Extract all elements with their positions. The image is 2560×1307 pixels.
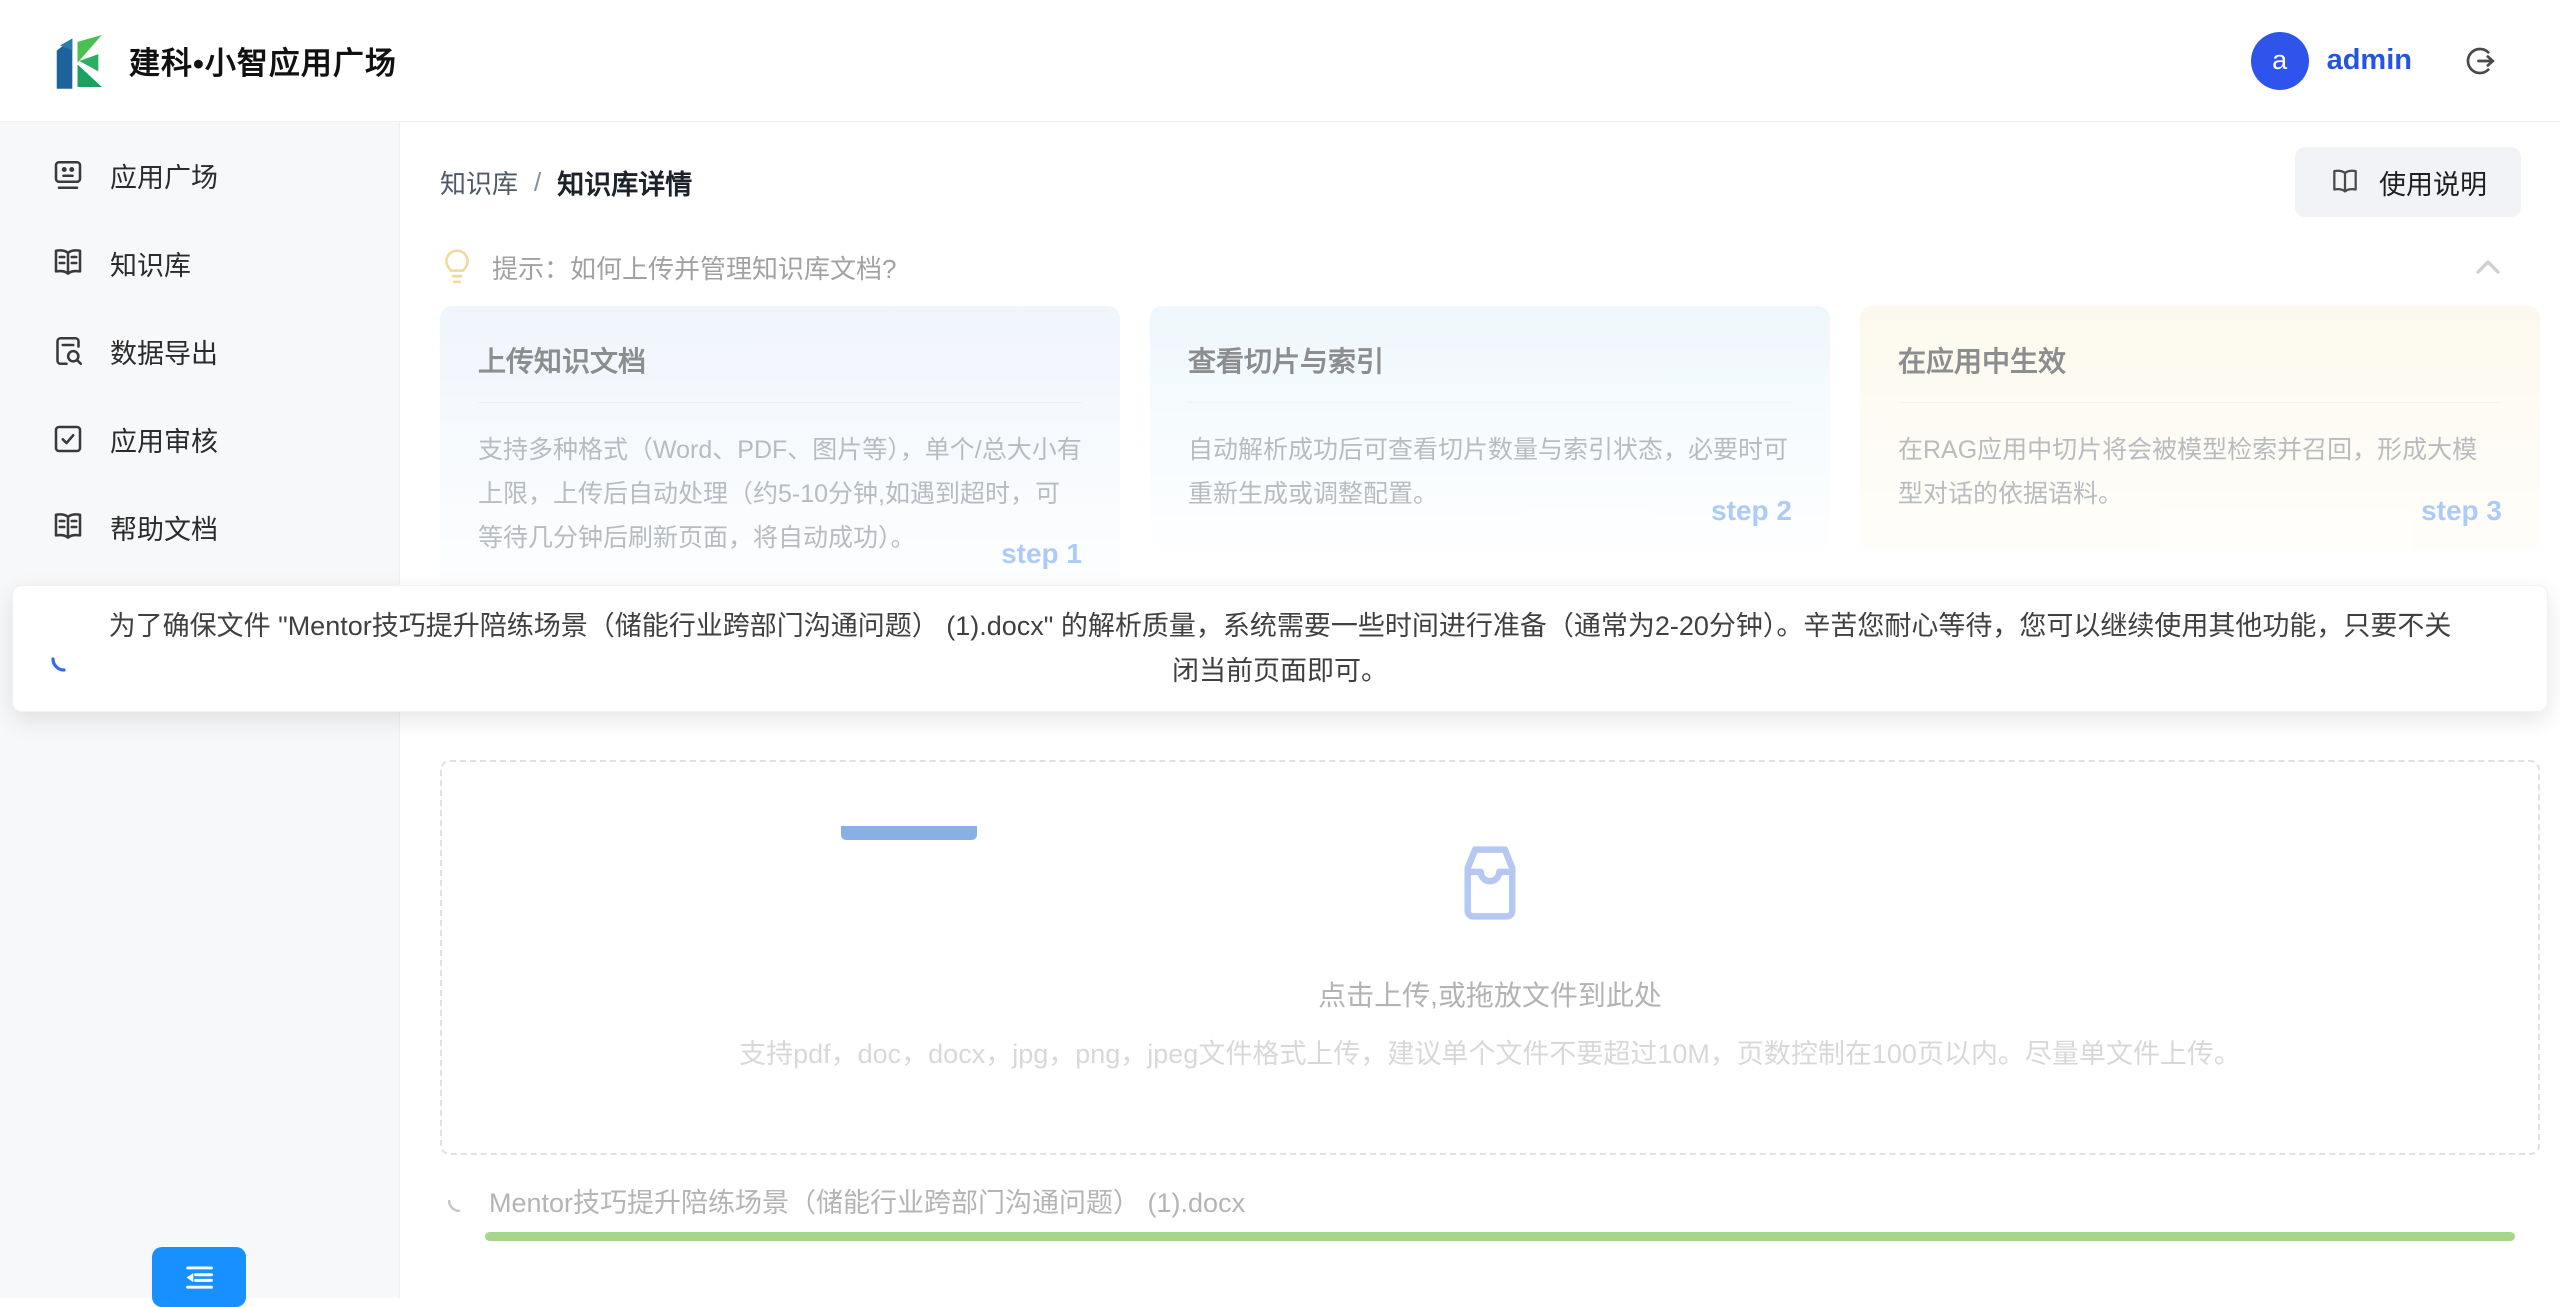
tip-card-body: 自动解析成功后可查看切片数量与索引状态，必要时可重新生成或调整配置。	[1188, 429, 1792, 517]
usage-guide-button[interactable]: 使用说明	[2295, 147, 2521, 217]
sidebar-item-label: 知识库	[110, 244, 191, 283]
inbox-icon	[1449, 844, 1531, 922]
sidebar-item-label: 帮助文档	[110, 508, 218, 547]
sidebar-collapse-button[interactable]	[152, 1247, 246, 1307]
app-header: 建科•小智应用广场 a admin	[0, 0, 2560, 122]
app-square-icon	[50, 157, 86, 193]
open-book-icon	[2329, 166, 2361, 198]
step-badge: step 1	[1001, 538, 1082, 570]
dropzone-hint: 支持pdf，doc，docx，jpg，png，jpeg文件格式上传，建议单个文件…	[739, 1032, 2241, 1071]
step-badge: step 2	[1711, 495, 1792, 527]
usage-guide-label: 使用说明	[2379, 163, 2487, 202]
upload-dropzone[interactable]: 点击上传,或拖放文件到此处 支持pdf，doc，docx，jpg，png，jpe…	[440, 760, 2540, 1155]
file-name: Mentor技巧提升陪练场景（储能行业跨部门沟通问题） (1).docx	[489, 1181, 1245, 1220]
sidebar-item-app-review[interactable]: 应用审核	[0, 395, 399, 483]
dropzone-text: 点击上传,或拖放文件到此处	[1318, 974, 1662, 1014]
tip-card-title: 在应用中生效	[1898, 340, 2502, 403]
check-square-icon	[50, 421, 86, 457]
menu-fold-icon	[182, 1260, 216, 1294]
sidebar-item-data-export[interactable]: 数据导出	[0, 307, 399, 395]
tip-card-effective: 在应用中生效 在RAG应用中切片将会被模型检索并召回，形成大模型对话的依据语料。…	[1860, 306, 2540, 551]
sidebar-item-help-docs[interactable]: 帮助文档	[0, 483, 399, 571]
sidebar-menu: 应用广场 知识库 数据导出 应用审	[0, 122, 399, 571]
lightbulb-icon	[440, 247, 474, 287]
doc-search-icon	[50, 333, 86, 369]
upload-button-partial[interactable]	[841, 826, 977, 840]
tips-cards: 上传知识文档 支持多种格式（Word、PDF、图片等），单个/总大小有上限，上传…	[440, 306, 2540, 594]
chevron-up-icon[interactable]	[2468, 247, 2508, 287]
sidebar-item-label: 应用广场	[110, 156, 218, 195]
step-badge: step 3	[2421, 495, 2502, 527]
logout-icon[interactable]	[2460, 41, 2500, 81]
tip-card-title: 查看切片与索引	[1188, 340, 1792, 403]
tip-card-upload: 上传知识文档 支持多种格式（Word、PDF、图片等），单个/总大小有上限，上传…	[440, 306, 1120, 594]
breadcrumb-parent[interactable]: 知识库	[440, 164, 518, 201]
open-book-icon	[50, 509, 86, 545]
open-book-icon	[50, 245, 86, 281]
parsing-notice-toast: 为了确保文件 "Mentor技巧提升陪练场景（储能行业跨部门沟通问题） (1).…	[12, 585, 2548, 712]
sidebar-item-label: 数据导出	[110, 332, 218, 371]
loading-dimmed-content: 提示：如何上传并管理知识库文档? 上传知识文档 支持多种格式（Word、PDF、…	[400, 244, 2560, 1241]
tip-card-slices: 查看切片与索引 自动解析成功后可查看切片数量与索引状态，必要时可重新生成或调整配…	[1150, 306, 1830, 551]
tips-title: 提示：如何上传并管理知识库文档?	[492, 249, 896, 286]
app-title: 建科•小智应用广场	[129, 38, 397, 83]
jianke-logo-icon	[55, 32, 107, 90]
upload-progress-bar	[485, 1232, 2515, 1241]
upload-progress-fill	[485, 1232, 2515, 1241]
uploading-file-row: Mentor技巧提升陪练场景（储能行业跨部门沟通问题） (1).docx	[445, 1181, 2515, 1220]
page-title: 知识库详情	[557, 163, 692, 202]
tip-card-title: 上传知识文档	[478, 340, 1082, 403]
sidebar-item-app-plaza[interactable]: 应用广场	[0, 131, 399, 219]
tips-header: 提示：如何上传并管理知识库文档?	[440, 244, 2520, 290]
sidebar-item-knowledge-base[interactable]: 知识库	[0, 219, 399, 307]
loading-spinner-icon	[445, 1187, 473, 1215]
username[interactable]: admin	[2327, 44, 2412, 77]
tip-card-body: 支持多种格式（Word、PDF、图片等），单个/总大小有上限，上传后自动处理（约…	[478, 429, 1082, 560]
avatar[interactable]: a	[2251, 32, 2309, 90]
toast-message: 为了确保文件 "Mentor技巧提升陪练场景（储能行业跨部门沟通问题） (1).…	[103, 604, 2457, 693]
breadcrumb: 知识库 / 知识库详情 使用说明	[400, 122, 2560, 214]
tip-card-body: 在RAG应用中切片将会被模型检索并召回，形成大模型对话的依据语料。	[1898, 429, 2502, 517]
loading-spinner-icon	[49, 644, 79, 674]
sidebar-item-label: 应用审核	[110, 420, 218, 459]
breadcrumb-separator: /	[534, 167, 541, 198]
